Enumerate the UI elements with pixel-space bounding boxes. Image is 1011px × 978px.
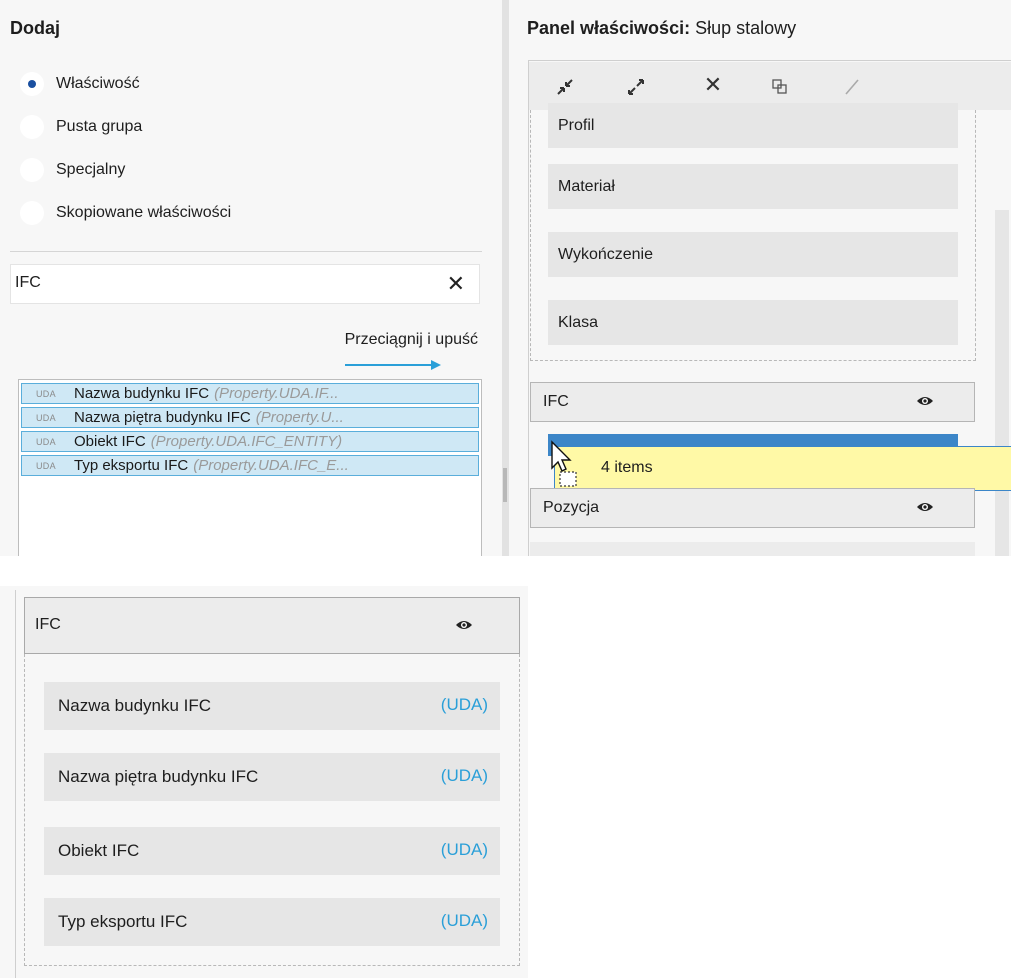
group-label: IFC	[35, 616, 61, 633]
property-item[interactable]: Nazwa budynku IFC (UDA)	[44, 682, 500, 730]
splitter-grip[interactable]	[503, 468, 507, 502]
drag-tooltip-text: 4 items	[601, 459, 653, 476]
vertical-scrollbar[interactable]	[995, 210, 1009, 556]
radio-label: Specjalny	[56, 161, 126, 178]
uda-tag: UDA	[36, 388, 56, 399]
list-item[interactable]: UDA Obiekt IFC (Property.UDA.IFC_ENTITY)	[21, 431, 479, 452]
property-item-name: Nazwa piętra budynku IFC	[58, 767, 259, 786]
uda-tag: UDA	[36, 436, 56, 447]
property-item[interactable]: Typ eksportu IFC (UDA)	[44, 898, 500, 946]
drag-hint-label: Przeciągnij i upuść	[344, 331, 478, 348]
property-item-name: Typ eksportu IFC	[58, 912, 188, 931]
copy-icon[interactable]	[770, 77, 790, 97]
next-group-partial	[530, 542, 975, 556]
radio-special[interactable]: Specjalny	[20, 157, 125, 183]
radio-copied-properties[interactable]: Skopiowane właściwości	[20, 200, 231, 226]
uda-tag: UDA	[36, 412, 56, 423]
radio-checked-icon[interactable]	[20, 72, 44, 96]
uda-tag: (UDA)	[440, 911, 488, 930]
eye-icon[interactable]	[916, 395, 934, 407]
list-item[interactable]: UDA Nazwa budynku IFC (Property.UDA.IF..…	[21, 383, 479, 404]
search-input[interactable]: IFC ✕	[10, 264, 480, 304]
property-item[interactable]: Wykończenie	[548, 232, 958, 277]
radio-label: Skopiowane właściwości	[56, 204, 232, 221]
list-item-property: (Property.UDA.IFC_ENTITY)	[150, 433, 343, 450]
panel-border	[15, 590, 16, 978]
property-list[interactable]: UDA Nazwa budynku IFC (Property.UDA.IF..…	[18, 379, 482, 556]
list-item-name: Nazwa budynku IFC	[74, 385, 210, 402]
divider	[10, 251, 482, 252]
list-item-property: (Property.UDA.IF...	[214, 385, 339, 402]
close-icon[interactable]: ✕	[447, 271, 465, 297]
eye-icon[interactable]	[455, 619, 473, 631]
radio-empty-group[interactable]: Pusta grupa	[20, 114, 142, 140]
property-item-name: Nazwa budynku IFC	[58, 696, 212, 715]
property-item-name: Obiekt IFC	[58, 841, 140, 860]
radio-label: Pusta grupa	[56, 118, 143, 135]
group-header-ifc[interactable]: IFC	[24, 597, 520, 654]
expand-all-icon[interactable]	[625, 76, 647, 98]
list-item-property: (Property.U...	[255, 409, 344, 426]
group-label: IFC	[543, 393, 569, 410]
panel-title-label: Panel właściwości:	[527, 18, 691, 38]
radio-property[interactable]: Właściwość	[20, 71, 140, 97]
uda-tag: (UDA)	[440, 840, 488, 859]
collapse-all-icon[interactable]	[554, 76, 576, 98]
property-item[interactable]: Nazwa piętra budynku IFC (UDA)	[44, 753, 500, 801]
uda-tag: (UDA)	[440, 695, 488, 714]
list-item[interactable]: UDA Nazwa piętra budynku IFC (Property.U…	[21, 407, 479, 428]
radio-label: Właściwość	[56, 75, 140, 92]
group-label: Pozycja	[543, 499, 600, 516]
add-panel-title: Dodaj	[10, 18, 61, 38]
group-header-position[interactable]: Pozycja	[530, 488, 975, 528]
drag-cursor-icon	[551, 440, 577, 487]
uda-tag: UDA	[36, 460, 56, 471]
arrow-right-icon	[345, 360, 441, 370]
search-value[interactable]: IFC	[15, 274, 41, 292]
uda-tag: (UDA)	[440, 766, 488, 785]
panel-title-object: Słup stalowy	[690, 18, 797, 38]
property-item[interactable]: Materiał	[548, 164, 958, 209]
list-item-name: Obiekt IFC	[74, 433, 146, 450]
panel-title: Panel właściwości: Słup stalowy	[527, 18, 796, 39]
list-item-property: (Property.UDA.IFC_E...	[193, 457, 349, 474]
property-item[interactable]: Profil	[548, 103, 958, 148]
radio-icon[interactable]	[20, 201, 44, 225]
delete-icon[interactable]: ✕	[698, 72, 728, 98]
radio-icon[interactable]	[20, 158, 44, 182]
list-item-name: Nazwa piętra budynku IFC	[74, 409, 251, 426]
list-item[interactable]: UDA Typ eksportu IFC (Property.UDA.IFC_E…	[21, 455, 479, 476]
property-item[interactable]: Klasa	[548, 300, 958, 345]
drag-tooltip: 4 items	[554, 446, 1011, 491]
group-header-ifc[interactable]: IFC	[530, 382, 975, 422]
eye-icon[interactable]	[916, 501, 934, 513]
edit-icon[interactable]	[842, 77, 862, 97]
radio-icon[interactable]	[20, 115, 44, 139]
list-item-name: Typ eksportu IFC	[74, 457, 189, 474]
property-item[interactable]: Obiekt IFC (UDA)	[44, 827, 500, 875]
